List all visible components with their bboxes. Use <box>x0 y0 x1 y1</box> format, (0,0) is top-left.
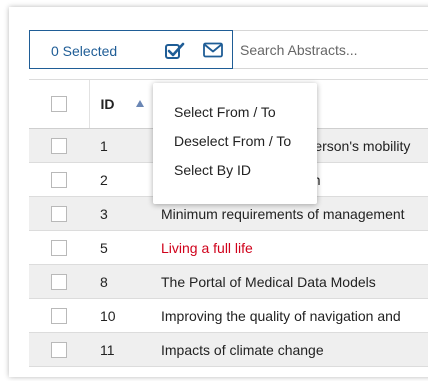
menu-item-select-from-to[interactable]: Select From / To <box>174 104 276 120</box>
row-title-highlighted[interactable]: Living a full life <box>151 230 428 265</box>
selection-controls: 0 Selected <box>29 30 233 69</box>
row-checkbox[interactable] <box>51 341 67 358</box>
row-checkbox[interactable] <box>51 171 67 188</box>
select-all-checkbox[interactable] <box>51 96 67 112</box>
table-row[interactable]: 8 The Portal of Medical Data Models <box>29 264 428 299</box>
row-checkbox[interactable] <box>51 273 67 290</box>
row-checkbox[interactable] <box>51 239 67 256</box>
menu-item-select-by-id[interactable]: Select By ID <box>174 162 251 178</box>
toolbar: 0 Selected <box>9 7 428 79</box>
selection-dropdown-menu: Select From / To Deselect From / To Sele… <box>153 83 317 204</box>
table-row[interactable]: 11 Impacts of climate change <box>29 332 428 367</box>
selected-count: 0 Selected <box>51 43 118 59</box>
abstracts-panel: 0 Selected Search Abstracts... ID 1 pers… <box>9 7 428 377</box>
row-checkbox[interactable] <box>51 137 67 154</box>
id-column-header[interactable]: ID <box>88 79 151 129</box>
select-all-header <box>29 79 89 129</box>
row-id: 8 <box>89 264 151 299</box>
row-title[interactable]: Improving the quality of navigation and <box>151 298 428 333</box>
row-id: 10 <box>89 298 151 333</box>
row-checkbox[interactable] <box>51 307 67 324</box>
row-id: 3 <box>89 196 151 231</box>
row-id: 11 <box>89 332 151 367</box>
row-id: 5 <box>89 230 151 265</box>
envelope-icon[interactable] <box>203 42 223 58</box>
search-input[interactable] <box>240 31 428 68</box>
id-header-label: ID <box>100 96 115 112</box>
sort-ascending-icon[interactable] <box>135 100 144 107</box>
table-row[interactable]: 10 Improving the quality of navigation a… <box>29 298 428 333</box>
table-row[interactable]: 5 Living a full life <box>29 230 428 265</box>
row-checkbox[interactable] <box>51 205 67 222</box>
row-title[interactable]: Impacts of climate change <box>151 332 428 367</box>
menu-item-deselect-from-to[interactable]: Deselect From / To <box>174 133 291 149</box>
checkbox-icon[interactable] <box>165 42 185 59</box>
row-id: 1 <box>89 128 151 163</box>
row-title[interactable]: The Portal of Medical Data Models <box>151 264 428 299</box>
row-id: 2 <box>89 162 151 197</box>
